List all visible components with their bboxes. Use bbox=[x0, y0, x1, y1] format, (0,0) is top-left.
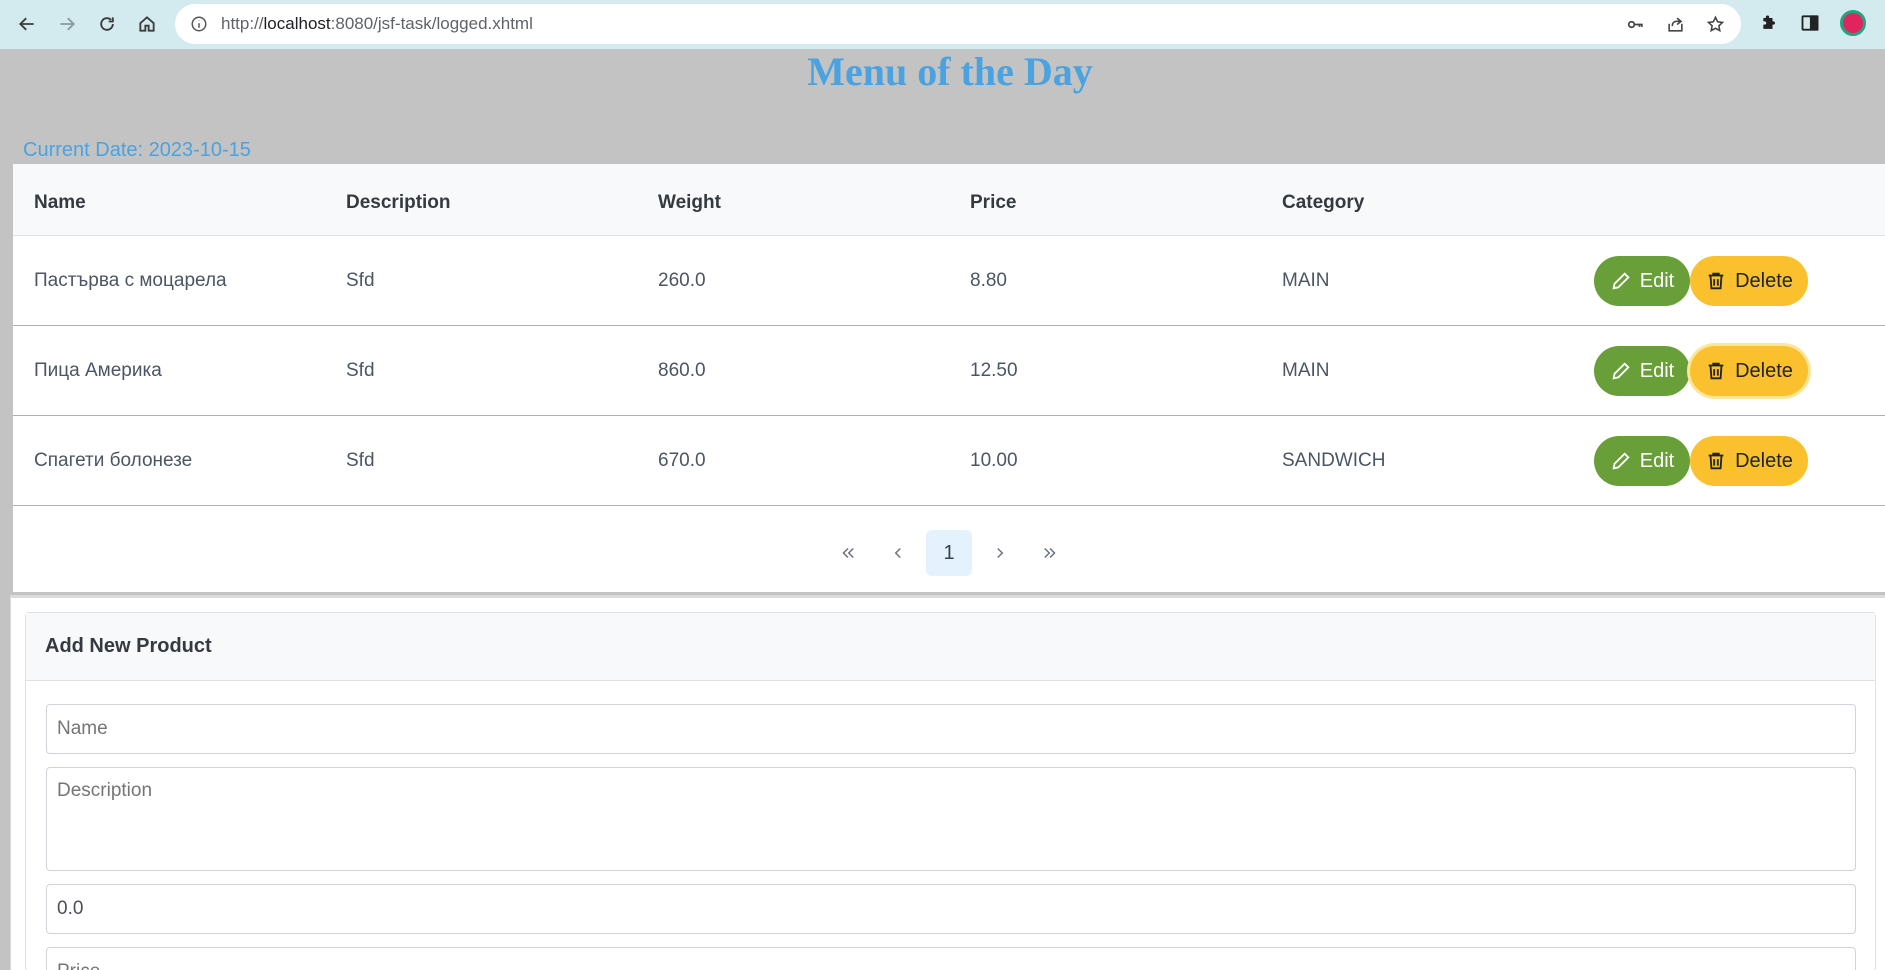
cell-price: 10.00 bbox=[970, 450, 1018, 471]
cell-description: Sfd bbox=[346, 270, 375, 291]
next-page-icon[interactable] bbox=[975, 530, 1025, 576]
address-bar[interactable]: http://localhost:8080/jsf-task/logged.xh… bbox=[175, 4, 1741, 44]
header-name: Name bbox=[34, 192, 86, 213]
edit-label: Edit bbox=[1639, 359, 1675, 382]
edit-button[interactable]: Edit bbox=[1594, 346, 1690, 396]
table-row: Пица Америка Sfd 860.0 12.50 MAIN Edit D… bbox=[13, 326, 1885, 416]
bookmark-star-icon[interactable] bbox=[1705, 14, 1725, 34]
profile-avatar[interactable] bbox=[1840, 10, 1866, 36]
trash-icon bbox=[1708, 452, 1724, 470]
delete-label: Delete bbox=[1735, 269, 1793, 292]
add-product-panel: Add New Product bbox=[25, 612, 1876, 970]
trash-icon bbox=[1708, 362, 1724, 380]
edit-label: Edit bbox=[1639, 269, 1675, 292]
cell-weight: 670.0 bbox=[658, 450, 706, 471]
price-input[interactable] bbox=[46, 947, 1856, 970]
cell-name: Спагети болонезе bbox=[34, 450, 193, 471]
panel-title: Add New Product bbox=[26, 613, 1875, 681]
share-icon[interactable] bbox=[1665, 14, 1685, 34]
delete-button[interactable]: Delete bbox=[1690, 436, 1808, 486]
header-price: Price bbox=[970, 192, 1017, 213]
description-textarea[interactable] bbox=[46, 767, 1856, 871]
delete-button[interactable]: Delete bbox=[1690, 256, 1808, 306]
trash-icon bbox=[1708, 272, 1724, 290]
delete-label: Delete bbox=[1735, 359, 1793, 382]
cell-category: SANDWICH bbox=[1282, 450, 1386, 471]
pencil-icon bbox=[1612, 272, 1630, 290]
side-panel-icon[interactable] bbox=[1800, 13, 1820, 33]
cell-name: Пастърва с моцарела bbox=[34, 270, 227, 291]
page-title: Menu of the Day bbox=[807, 49, 1093, 94]
pencil-icon bbox=[1612, 362, 1630, 380]
header-description: Description bbox=[346, 192, 451, 213]
reload-icon[interactable] bbox=[87, 4, 127, 44]
cell-category: MAIN bbox=[1282, 360, 1330, 381]
cell-price: 12.50 bbox=[970, 360, 1018, 381]
home-icon[interactable] bbox=[127, 4, 167, 44]
table-row: Пастърва с моцарела Sfd 260.0 8.80 MAIN … bbox=[13, 236, 1885, 326]
extensions-puzzle-icon[interactable] bbox=[1760, 13, 1780, 33]
site-info-icon[interactable] bbox=[189, 14, 209, 34]
pencil-icon bbox=[1612, 452, 1630, 470]
url-text: http://localhost:8080/jsf-task/logged.xh… bbox=[221, 14, 533, 33]
first-page-icon[interactable] bbox=[823, 530, 873, 576]
page-number-button[interactable]: 1 bbox=[926, 530, 972, 576]
table-header: Name Description Weight Price Category bbox=[13, 164, 1885, 236]
forward-arrow-icon[interactable] bbox=[47, 4, 87, 44]
key-icon[interactable] bbox=[1625, 14, 1645, 34]
current-date: Current Date: 2023-10-15 bbox=[23, 139, 251, 161]
cell-description: Sfd bbox=[346, 360, 375, 381]
cell-price: 8.80 bbox=[970, 270, 1007, 291]
edit-button[interactable]: Edit bbox=[1594, 436, 1690, 486]
last-page-icon[interactable] bbox=[1025, 530, 1075, 576]
paginator: 1 bbox=[13, 514, 1885, 592]
delete-button[interactable]: Delete bbox=[1690, 346, 1808, 396]
add-product-section: Add New Product bbox=[10, 595, 1885, 970]
cell-category: MAIN bbox=[1282, 270, 1330, 291]
cell-name: Пица Америка bbox=[34, 360, 162, 381]
header-category: Category bbox=[1282, 192, 1365, 213]
table-row: Спагети болонезе Sfd 670.0 10.00 SANDWIC… bbox=[13, 416, 1885, 506]
prev-page-icon[interactable] bbox=[873, 530, 923, 576]
delete-label: Delete bbox=[1735, 449, 1793, 472]
edit-button[interactable]: Edit bbox=[1594, 256, 1690, 306]
edit-label: Edit bbox=[1639, 449, 1675, 472]
header-weight: Weight bbox=[658, 192, 721, 213]
products-table: Name Description Weight Price Category П… bbox=[13, 164, 1885, 592]
cell-weight: 860.0 bbox=[658, 360, 706, 381]
browser-toolbar: http://localhost:8080/jsf-task/logged.xh… bbox=[0, 0, 1885, 49]
weight-input[interactable] bbox=[46, 884, 1856, 934]
back-arrow-icon[interactable] bbox=[7, 4, 47, 44]
name-input[interactable] bbox=[46, 704, 1856, 754]
cell-description: Sfd bbox=[346, 450, 375, 471]
cell-weight: 260.0 bbox=[658, 270, 706, 291]
